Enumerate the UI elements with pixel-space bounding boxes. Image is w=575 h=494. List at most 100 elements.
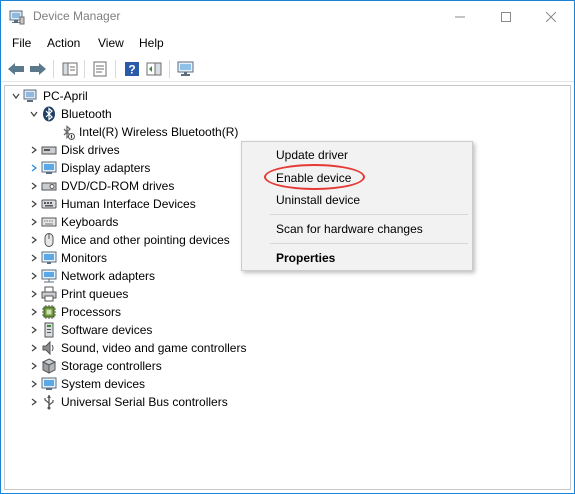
menu-separator — [270, 214, 468, 215]
monitor-icon — [41, 250, 57, 266]
tree-category-label: Software devices — [61, 323, 153, 337]
action-pane-button[interactable] — [144, 59, 164, 79]
menu-item-update-driver[interactable]: Update driver — [276, 148, 348, 162]
expand-chevron-icon[interactable] — [27, 393, 41, 411]
properties-button[interactable] — [90, 59, 110, 79]
tree-category-monitors[interactable]: Monitors — [27, 249, 107, 267]
title-bar[interactable]: Device Manager — [1, 1, 574, 32]
mouse-icon — [41, 232, 57, 248]
scan-hardware-icon — [177, 61, 194, 76]
processor-icon — [41, 304, 57, 320]
forward-button[interactable] — [28, 59, 48, 79]
tree-category-label: Mice and other pointing devices — [61, 233, 230, 247]
keyboard-icon — [41, 214, 57, 230]
tree-category-label: Network adapters — [61, 269, 156, 283]
tree-category-display-adapters[interactable]: Display adapters — [27, 159, 150, 177]
menu-file[interactable]: File — [12, 36, 31, 50]
minimize-icon — [455, 16, 465, 17]
tree-category-human-interface-devices[interactable]: Human Interface Devices — [27, 195, 196, 213]
tree-category-label: Bluetooth — [61, 107, 112, 121]
system-device-icon — [41, 376, 57, 392]
tree-category-label: Sound, video and game controllers — [61, 341, 247, 355]
tree-category-bluetooth[interactable]: Bluetooth — [27, 105, 112, 123]
tree-category-label: Universal Serial Bus controllers — [61, 395, 228, 409]
disk-drive-icon — [41, 142, 57, 158]
back-icon — [8, 63, 24, 75]
menu-action[interactable]: Action — [47, 36, 80, 50]
forward-icon — [30, 63, 46, 75]
software-device-icon — [41, 322, 57, 338]
expand-chevron-icon[interactable] — [27, 375, 41, 393]
menu-bar: File Action View Help — [1, 32, 574, 56]
dvd-drive-icon — [41, 178, 57, 194]
highlight-ring-annotation — [264, 164, 365, 190]
tree-category-label: Disk drives — [61, 143, 120, 157]
context-menu: Update driver Enable device Uninstall de… — [241, 141, 473, 271]
device-manager-window: Device Manager File Action View Help ? P… — [0, 0, 575, 494]
maximize-button[interactable] — [483, 1, 529, 32]
maximize-icon — [501, 11, 511, 22]
tree-device-intel-wireless-bluetooth[interactable]: Intel(R) Wireless Bluetooth(R) — [59, 123, 238, 141]
tree-root-row[interactable]: PC-April — [9, 87, 88, 105]
tree-category-label: Human Interface Devices — [61, 197, 196, 211]
tree-category-dvd-cdrom-drives[interactable]: DVD/CD-ROM drives — [27, 177, 174, 195]
expand-chevron-icon[interactable] — [27, 141, 41, 159]
expand-chevron-icon[interactable] — [27, 303, 41, 321]
svg-text:?: ? — [128, 63, 135, 77]
tree-category-network-adapters[interactable]: Network adapters — [27, 267, 155, 285]
expand-chevron-icon[interactable] — [27, 231, 41, 249]
tree-category-storage-controllers[interactable]: Storage controllers — [27, 357, 162, 375]
collapse-chevron-icon[interactable] — [27, 105, 41, 123]
expand-chevron-icon[interactable] — [27, 285, 41, 303]
tree-category-label: Print queues — [61, 287, 129, 301]
expand-chevron-icon[interactable] — [27, 357, 41, 375]
tree-category-label: Display adapters — [61, 161, 151, 175]
tree-category-processors[interactable]: Processors — [27, 303, 121, 321]
menu-separator — [270, 243, 468, 244]
tree-category-mice[interactable]: Mice and other pointing devices — [27, 231, 230, 249]
minimize-button[interactable] — [437, 1, 483, 32]
expand-chevron-icon[interactable] — [27, 177, 41, 195]
expand-chevron-icon[interactable] — [27, 213, 41, 231]
tree-category-label: Storage controllers — [61, 359, 162, 373]
menu-item-scan-hardware-changes[interactable]: Scan for hardware changes — [276, 222, 423, 236]
tree-category-label: DVD/CD-ROM drives — [61, 179, 175, 193]
tree-category-usb-controllers[interactable]: Universal Serial Bus controllers — [27, 393, 228, 411]
close-icon — [546, 11, 556, 22]
menu-view[interactable]: View — [98, 36, 124, 50]
human-interface-device-icon — [41, 196, 57, 212]
expand-chevron-icon[interactable] — [27, 249, 41, 267]
storage-controller-icon — [41, 358, 57, 374]
toolbar-separator — [169, 60, 170, 78]
expand-chevron-icon[interactable] — [27, 321, 41, 339]
tree-category-label: Processors — [61, 305, 122, 319]
expand-chevron-icon[interactable] — [27, 339, 41, 357]
help-button[interactable]: ? — [122, 59, 142, 79]
expand-chevron-icon[interactable] — [27, 159, 41, 177]
back-button[interactable] — [6, 59, 26, 79]
collapse-chevron-icon[interactable] — [9, 87, 23, 105]
toolbar-separator — [115, 60, 116, 78]
tree-root-label: PC-April — [43, 89, 88, 103]
tree-category-keyboards[interactable]: Keyboards — [27, 213, 118, 231]
console-tree-button[interactable] — [60, 59, 80, 79]
tree-category-system-devices[interactable]: System devices — [27, 375, 145, 393]
menu-help[interactable]: Help — [139, 36, 164, 50]
menu-item-uninstall-device[interactable]: Uninstall device — [276, 193, 360, 207]
menu-item-properties[interactable]: Properties — [276, 251, 335, 265]
tree-category-label: Monitors — [61, 251, 108, 265]
speaker-icon — [41, 340, 57, 356]
tree-category-print-queues[interactable]: Print queues — [27, 285, 128, 303]
usb-icon — [41, 394, 57, 410]
help-icon: ? — [125, 62, 139, 77]
tree-category-disk-drives[interactable]: Disk drives — [27, 141, 120, 159]
bluetooth-icon — [41, 106, 57, 122]
printer-icon — [41, 286, 57, 302]
tree-category-software-devices[interactable]: Software devices — [27, 321, 152, 339]
expand-chevron-icon[interactable] — [27, 195, 41, 213]
expand-chevron-icon[interactable] — [27, 267, 41, 285]
scan-hardware-button[interactable] — [176, 59, 196, 79]
tree-category-sound-video-game-controllers[interactable]: Sound, video and game controllers — [27, 339, 246, 357]
close-button[interactable] — [528, 1, 574, 32]
window-title: Device Manager — [33, 9, 121, 23]
